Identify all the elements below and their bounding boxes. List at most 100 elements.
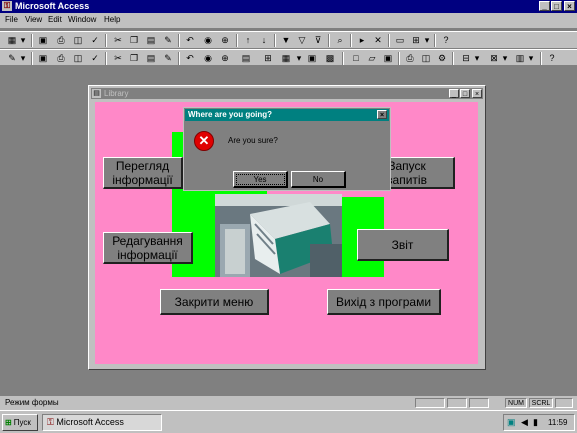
- view-info-button[interactable]: Перегляд інформації: [103, 157, 183, 189]
- delete-record-icon[interactable]: ✕: [372, 34, 384, 46]
- database-window-icon[interactable]: ▭: [394, 34, 406, 46]
- dropdown-arrow-icon[interactable]: ▾: [528, 52, 534, 64]
- new-object-icon[interactable]: ⊞: [410, 34, 422, 46]
- preview-icon[interactable]: ◫: [420, 52, 432, 64]
- find-icon[interactable]: ⌕: [334, 34, 346, 46]
- library-maximize-button[interactable]: □: [460, 89, 470, 98]
- start-button[interactable]: ⊞ Пуск: [2, 414, 38, 431]
- office-links-icon[interactable]: ▥: [514, 52, 526, 64]
- paste-icon[interactable]: ▤: [145, 34, 157, 46]
- tool-icon[interactable]: ⚙: [436, 52, 448, 64]
- format-painter-icon[interactable]: ✎: [162, 52, 174, 64]
- print-icon[interactable]: ⎙: [55, 34, 67, 46]
- undo-icon[interactable]: ↶: [184, 34, 196, 46]
- scroll-lock-indicator: SCRL: [529, 398, 553, 408]
- dropdown-arrow-icon[interactable]: ▾: [474, 52, 480, 64]
- insert-hyperlink-icon[interactable]: ◉: [202, 52, 214, 64]
- windows-logo-icon: ⊞: [5, 418, 12, 427]
- menu-view[interactable]: View: [25, 15, 42, 24]
- open-icon[interactable]: ▱: [366, 52, 378, 64]
- yes-button[interactable]: Yes: [233, 171, 288, 188]
- save-icon[interactable]: ▣: [37, 52, 49, 64]
- cut-icon[interactable]: ✂: [112, 34, 124, 46]
- edit-info-button[interactable]: Редагування інформації: [103, 232, 193, 264]
- autoformat-icon[interactable]: ▦: [280, 52, 292, 64]
- dialog-titlebar[interactable]: Where are you going? ×: [185, 109, 389, 121]
- dropdown-arrow-icon[interactable]: ▾: [20, 34, 26, 46]
- relationships-icon[interactable]: ⊟: [460, 52, 472, 64]
- design-view-icon[interactable]: ✎: [6, 52, 18, 64]
- status-panel: [469, 398, 489, 408]
- insert-object-icon[interactable]: ◉: [202, 34, 214, 46]
- copy-icon[interactable]: ❐: [128, 52, 140, 64]
- grid-view-icon[interactable]: ▦: [6, 34, 18, 46]
- spell-check-icon[interactable]: ✓: [89, 52, 101, 64]
- dropdown-arrow-icon[interactable]: ▾: [20, 52, 26, 64]
- save-icon[interactable]: ▣: [382, 52, 394, 64]
- power-icon[interactable]: ▮: [533, 417, 538, 428]
- undo-icon[interactable]: ↶: [184, 52, 196, 64]
- library-titlebar[interactable]: ▤ Library _ □ ×: [91, 88, 483, 99]
- copy-icon[interactable]: ❐: [128, 34, 140, 46]
- taskbar-item-access[interactable]: ⚿ Microsoft Access: [42, 414, 162, 431]
- menu-help[interactable]: Help: [104, 15, 120, 24]
- new-icon[interactable]: □: [350, 52, 362, 64]
- code-icon[interactable]: ▣: [306, 52, 318, 64]
- print-preview-icon[interactable]: ◫: [72, 34, 84, 46]
- print-icon[interactable]: ⎙: [404, 52, 416, 64]
- speaker-icon[interactable]: ◀: [521, 417, 528, 428]
- menu-edit[interactable]: Edit: [48, 15, 62, 24]
- paste-icon[interactable]: ▤: [145, 52, 157, 64]
- save-icon[interactable]: ▣: [37, 34, 49, 46]
- dropdown-arrow-icon[interactable]: ▾: [296, 52, 302, 64]
- toolbar-separator: [328, 34, 330, 47]
- format-painter-icon[interactable]: ✎: [162, 34, 174, 46]
- no-button[interactable]: No: [291, 171, 346, 188]
- print-preview-icon[interactable]: ◫: [72, 52, 84, 64]
- confirm-dialog: Where are you going? × ✕ Are you sure? Y…: [183, 107, 391, 191]
- apply-filter-icon[interactable]: ⊽: [312, 34, 324, 46]
- toolbar-separator: [540, 52, 542, 65]
- sort-ascending-icon[interactable]: ↑: [242, 34, 254, 46]
- new-record-icon[interactable]: ▸: [356, 34, 368, 46]
- library-close-button[interactable]: ×: [472, 89, 482, 98]
- menu-file[interactable]: File: [5, 15, 18, 24]
- dialog-close-button[interactable]: ×: [377, 110, 387, 119]
- menu-window[interactable]: Window: [68, 15, 96, 24]
- sort-descending-icon[interactable]: ↓: [258, 34, 270, 46]
- system-tray: ▣ ◀ ▮ 11:59: [503, 414, 575, 431]
- toolbar-separator: [350, 34, 352, 47]
- help-icon[interactable]: ?: [440, 34, 452, 46]
- network-icon[interactable]: ▣: [507, 417, 516, 428]
- toolbox-icon[interactable]: ⊞: [262, 52, 274, 64]
- clock[interactable]: 11:59: [548, 418, 567, 427]
- menu-bar: File View Edit Window Help: [0, 13, 577, 28]
- cut-icon[interactable]: ✂: [112, 52, 124, 64]
- print-icon[interactable]: ⎙: [55, 52, 67, 64]
- filter-selection-icon[interactable]: ▼: [280, 34, 292, 46]
- exit-program-button[interactable]: Вихід з програми: [327, 289, 441, 315]
- restore-button[interactable]: □: [551, 1, 562, 11]
- toolbar-separator: [236, 34, 238, 47]
- analyze-icon[interactable]: ⊠: [488, 52, 500, 64]
- close-menu-button[interactable]: Закрити меню: [160, 289, 269, 315]
- properties-icon[interactable]: ▩: [324, 52, 336, 64]
- field-list-icon[interactable]: ▤: [240, 52, 252, 64]
- minimize-button[interactable]: _: [539, 1, 550, 11]
- toolbar-separator: [178, 34, 180, 47]
- help-icon[interactable]: ?: [546, 52, 558, 64]
- start-label: Пуск: [13, 418, 31, 427]
- spell-check-icon[interactable]: ✓: [89, 34, 101, 46]
- dropdown-arrow-icon[interactable]: ▾: [502, 52, 508, 64]
- close-button[interactable]: ×: [564, 1, 575, 11]
- insert-hyperlink-icon[interactable]: ⊕: [219, 34, 231, 46]
- status-panel: [555, 398, 573, 408]
- web-toolbar-icon[interactable]: ⊕: [219, 52, 231, 64]
- filter-form-icon[interactable]: ▽: [296, 34, 308, 46]
- toolbar-separator: [105, 52, 107, 65]
- error-icon: ✕: [194, 131, 214, 151]
- reports-button[interactable]: Звіт: [357, 229, 449, 261]
- dropdown-arrow-icon[interactable]: ▾: [424, 34, 430, 46]
- library-minimize-button[interactable]: _: [449, 89, 459, 98]
- form-icon: ▤: [92, 89, 101, 98]
